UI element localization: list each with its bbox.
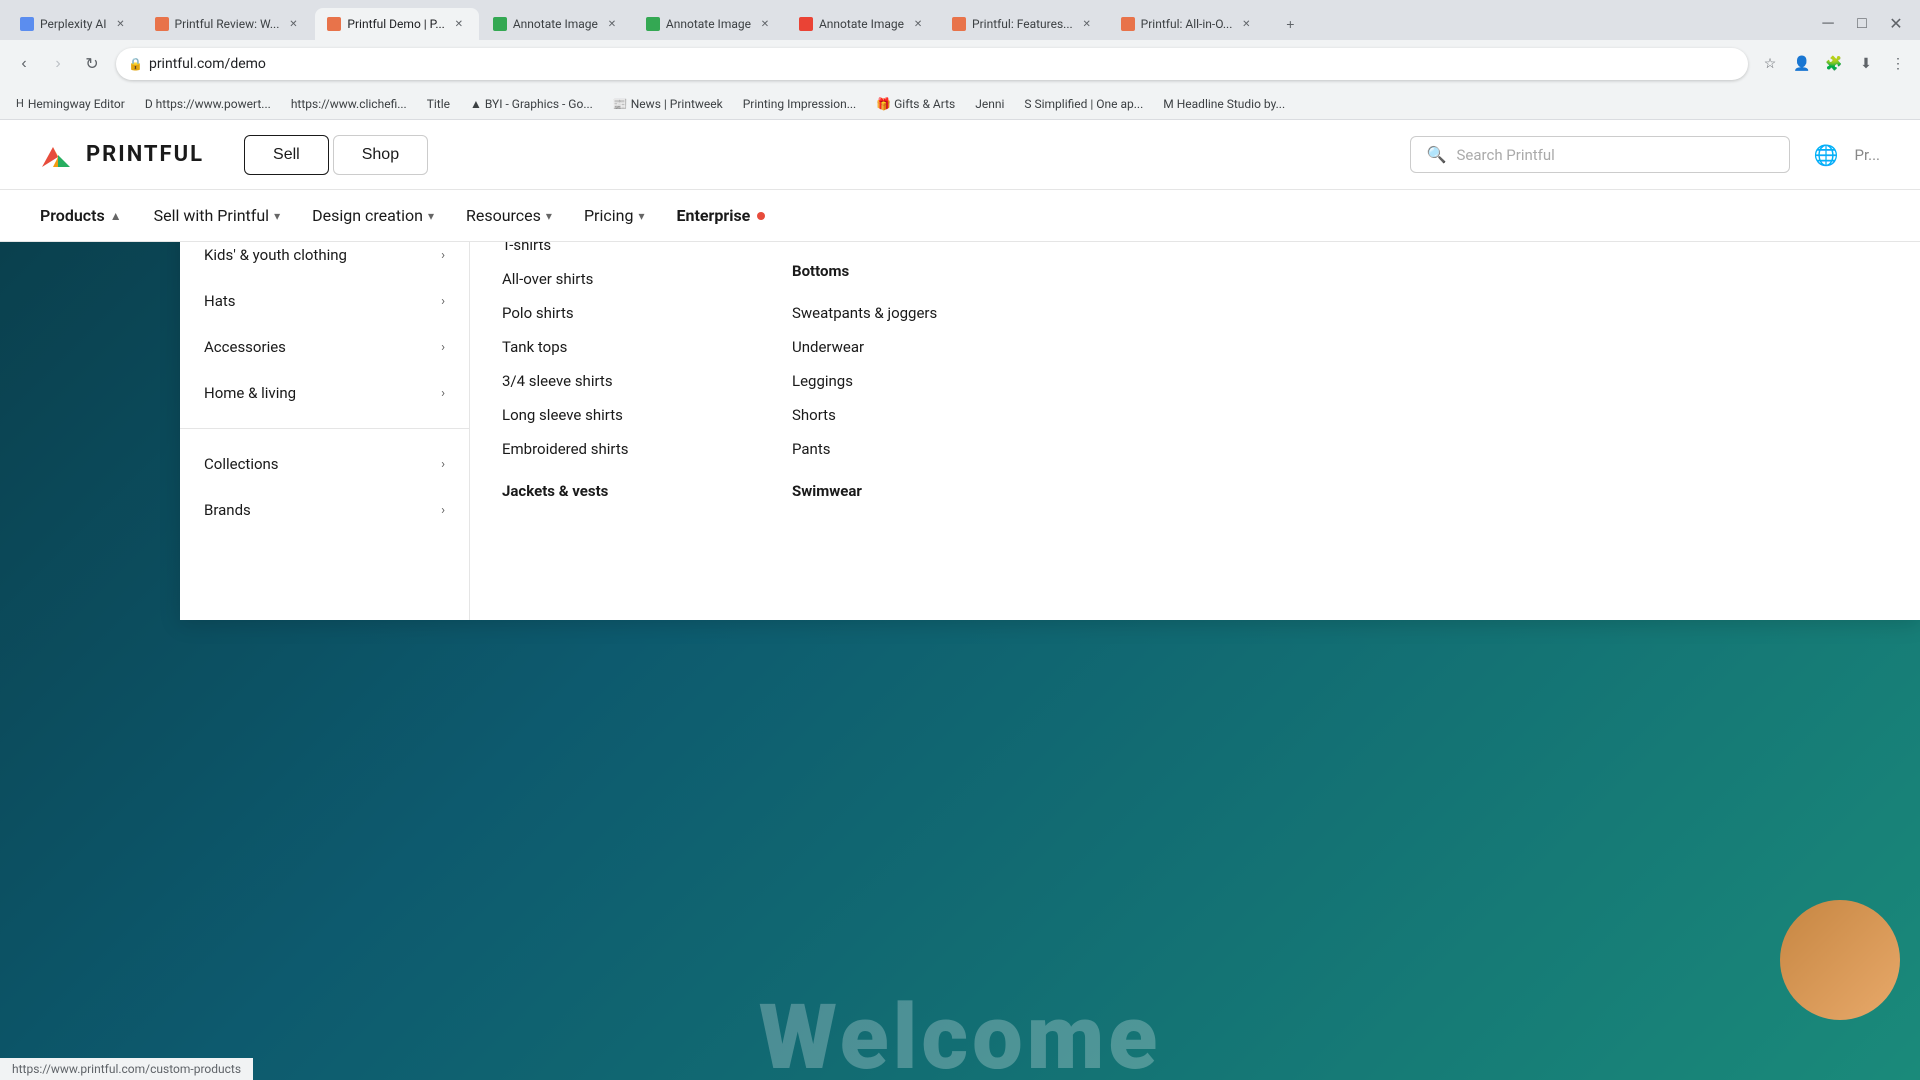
tab-annotate-2[interactable]: Annotate Image ✕ (634, 8, 785, 40)
products-chevron-icon: ▲ (110, 209, 122, 223)
sidebar-divider (180, 428, 469, 429)
pricing-chevron-icon: ▾ (638, 209, 644, 223)
tab-annotate-3[interactable]: Annotate Image ✕ (787, 8, 938, 40)
resources-chevron-icon: ▾ (546, 209, 552, 223)
bookmark-title[interactable]: Title (419, 95, 458, 113)
hats-arrow-icon: › (441, 294, 445, 309)
status-url: https://www.printful.com/custom-products (12, 1062, 241, 1076)
shop-button[interactable]: Shop (333, 135, 428, 175)
home-arrow-icon: › (441, 386, 445, 401)
new-tab-button[interactable]: + (1276, 10, 1304, 38)
embroidered-link[interactable]: Embroidered shirts (502, 432, 728, 466)
close-window-button[interactable]: ✕ (1880, 8, 1912, 40)
34sleeve-link[interactable]: 3/4 sleeve shirts (502, 364, 728, 398)
tab-printful-allin[interactable]: Printful: All-in-O... ✕ (1109, 8, 1267, 40)
underwear-link[interactable]: Underwear (792, 330, 1018, 364)
tank-tops-link[interactable]: Tank tops (502, 330, 728, 364)
sell-button[interactable]: Sell (244, 135, 329, 175)
sidebar-accessories[interactable]: Accessories › (180, 324, 469, 370)
tab-printful-review[interactable]: Printful Review: W... ✕ (143, 8, 314, 40)
profile-lens-icon[interactable]: 👤 (1788, 50, 1816, 78)
nav-design-creation[interactable]: Design creation ▾ (312, 192, 434, 239)
lock-icon: 🔒 (128, 57, 143, 71)
tab-printful-demo[interactable]: Printful Demo | P... ✕ (315, 8, 478, 40)
download-icon[interactable]: ⬇ (1852, 50, 1880, 78)
tab-close-perplexity[interactable]: ✕ (113, 16, 129, 32)
logo-text: PRINTFUL (86, 142, 204, 167)
bookmark-byi[interactable]: ▲ BYI - Graphics - Go... (462, 95, 601, 113)
reload-button[interactable]: ↻ (76, 48, 108, 80)
tab-printful-features[interactable]: Printful: Features... ✕ (940, 8, 1107, 40)
shorts-link[interactable]: Shorts (792, 398, 1018, 432)
bookmark-star-icon[interactable]: ☆ (1756, 50, 1784, 78)
swimwear-title: Swimwear (792, 482, 1018, 500)
tab-close-allin[interactable]: ✕ (1238, 16, 1254, 32)
header-nav-buttons: Sell Shop (244, 135, 428, 175)
bookmark-favicon: H (16, 97, 24, 110)
logo[interactable]: PRINTFUL (40, 137, 204, 173)
leggings-link[interactable]: Leggings (792, 364, 1018, 398)
bookmark-printweek[interactable]: 📰 News | Printweek (605, 95, 731, 113)
header-right: 🌐 Pr... (1814, 143, 1880, 167)
nav-resources[interactable]: Resources ▾ (466, 192, 552, 239)
bookmark-headline[interactable]: M Headline Studio by... (1155, 95, 1293, 113)
tab-close-ann2[interactable]: ✕ (757, 16, 773, 32)
enterprise-dot (757, 212, 765, 220)
extensions-icon[interactable]: 🧩 (1820, 50, 1848, 78)
search-icon: 🔍 (1427, 145, 1447, 164)
globe-icon[interactable]: 🌐 (1814, 143, 1839, 167)
search-placeholder: Search Printful (1457, 146, 1555, 164)
status-bar: https://www.printful.com/custom-products (0, 1058, 253, 1080)
dropdown-overlay: Men's clothing › Women's clothing › Kids… (0, 120, 1920, 1080)
bookmark-simplified[interactable]: S Simplified | One ap... (1016, 95, 1151, 113)
bookmark-jenni[interactable]: Jenni (967, 95, 1012, 113)
bookmark-gifts[interactable]: 🎁 Gifts & Arts (868, 95, 963, 113)
address-bar[interactable]: 🔒 printful.com/demo (116, 48, 1748, 80)
nav-sell-with-printful[interactable]: Sell with Printful ▾ (154, 192, 280, 239)
bookmark-clichefi[interactable]: https://www.clichefi... (283, 95, 415, 113)
tab-close-feat[interactable]: ✕ (1079, 16, 1095, 32)
bookmark-powert[interactable]: D https://www.powert... (137, 95, 279, 113)
jackets-vests-title: Jackets & vests (502, 482, 728, 500)
nav-pricing[interactable]: Pricing ▾ (584, 192, 645, 239)
maximize-button[interactable]: □ (1846, 8, 1878, 40)
kids-arrow-icon: › (441, 248, 445, 263)
sidebar-collections[interactable]: Collections › (180, 441, 469, 487)
tab-close-ann1[interactable]: ✕ (604, 16, 620, 32)
pants-link[interactable]: Pants (792, 432, 1018, 466)
allover-shirts-link[interactable]: All-over shirts (502, 262, 728, 296)
sidebar-brands[interactable]: Brands › (180, 487, 469, 533)
tab-close-review[interactable]: ✕ (285, 16, 301, 32)
sidebar-hats[interactable]: Hats › (180, 278, 469, 324)
sell-chevron-icon: ▾ (274, 209, 280, 223)
sweatpants-link[interactable]: Sweatpants & joggers (792, 296, 1018, 330)
logo-icon (40, 137, 76, 173)
minimize-button[interactable]: ─ (1812, 8, 1844, 40)
bottoms-title: Bottoms (792, 262, 1018, 280)
design-chevron-icon: ▾ (428, 209, 434, 223)
character-illustration (1720, 780, 1920, 1080)
forward-button[interactable]: › (42, 48, 74, 80)
nav-products[interactable]: Products ▲ (40, 192, 122, 239)
sidebar-home-living[interactable]: Home & living › (180, 370, 469, 416)
nav-enterprise[interactable]: Enterprise (676, 192, 765, 239)
tab-annotate-1[interactable]: Annotate Image ✕ (481, 8, 632, 40)
search-bar[interactable]: 🔍 Search Printful (1410, 136, 1790, 173)
more-options-icon[interactable]: ⋮ (1884, 50, 1912, 78)
accessories-arrow-icon: › (441, 340, 445, 355)
brands-arrow-icon: › (441, 503, 445, 518)
tab-close-demo[interactable]: ✕ (451, 16, 467, 32)
user-profile-text[interactable]: Pr... (1854, 146, 1880, 164)
longsleeve-link[interactable]: Long sleeve shirts (502, 398, 728, 432)
url-text: printful.com/demo (149, 56, 266, 72)
bookmark-hemingway[interactable]: H Hemingway Editor (8, 95, 133, 113)
tab-close-ann3[interactable]: ✕ (910, 16, 926, 32)
bookmark-printing[interactable]: Printing Impression... (735, 95, 864, 113)
tab-perplexity[interactable]: Perplexity AI ✕ (8, 8, 141, 40)
collections-arrow-icon: › (441, 457, 445, 472)
back-button[interactable]: ‹ (8, 48, 40, 80)
polo-shirts-link[interactable]: Polo shirts (502, 296, 728, 330)
